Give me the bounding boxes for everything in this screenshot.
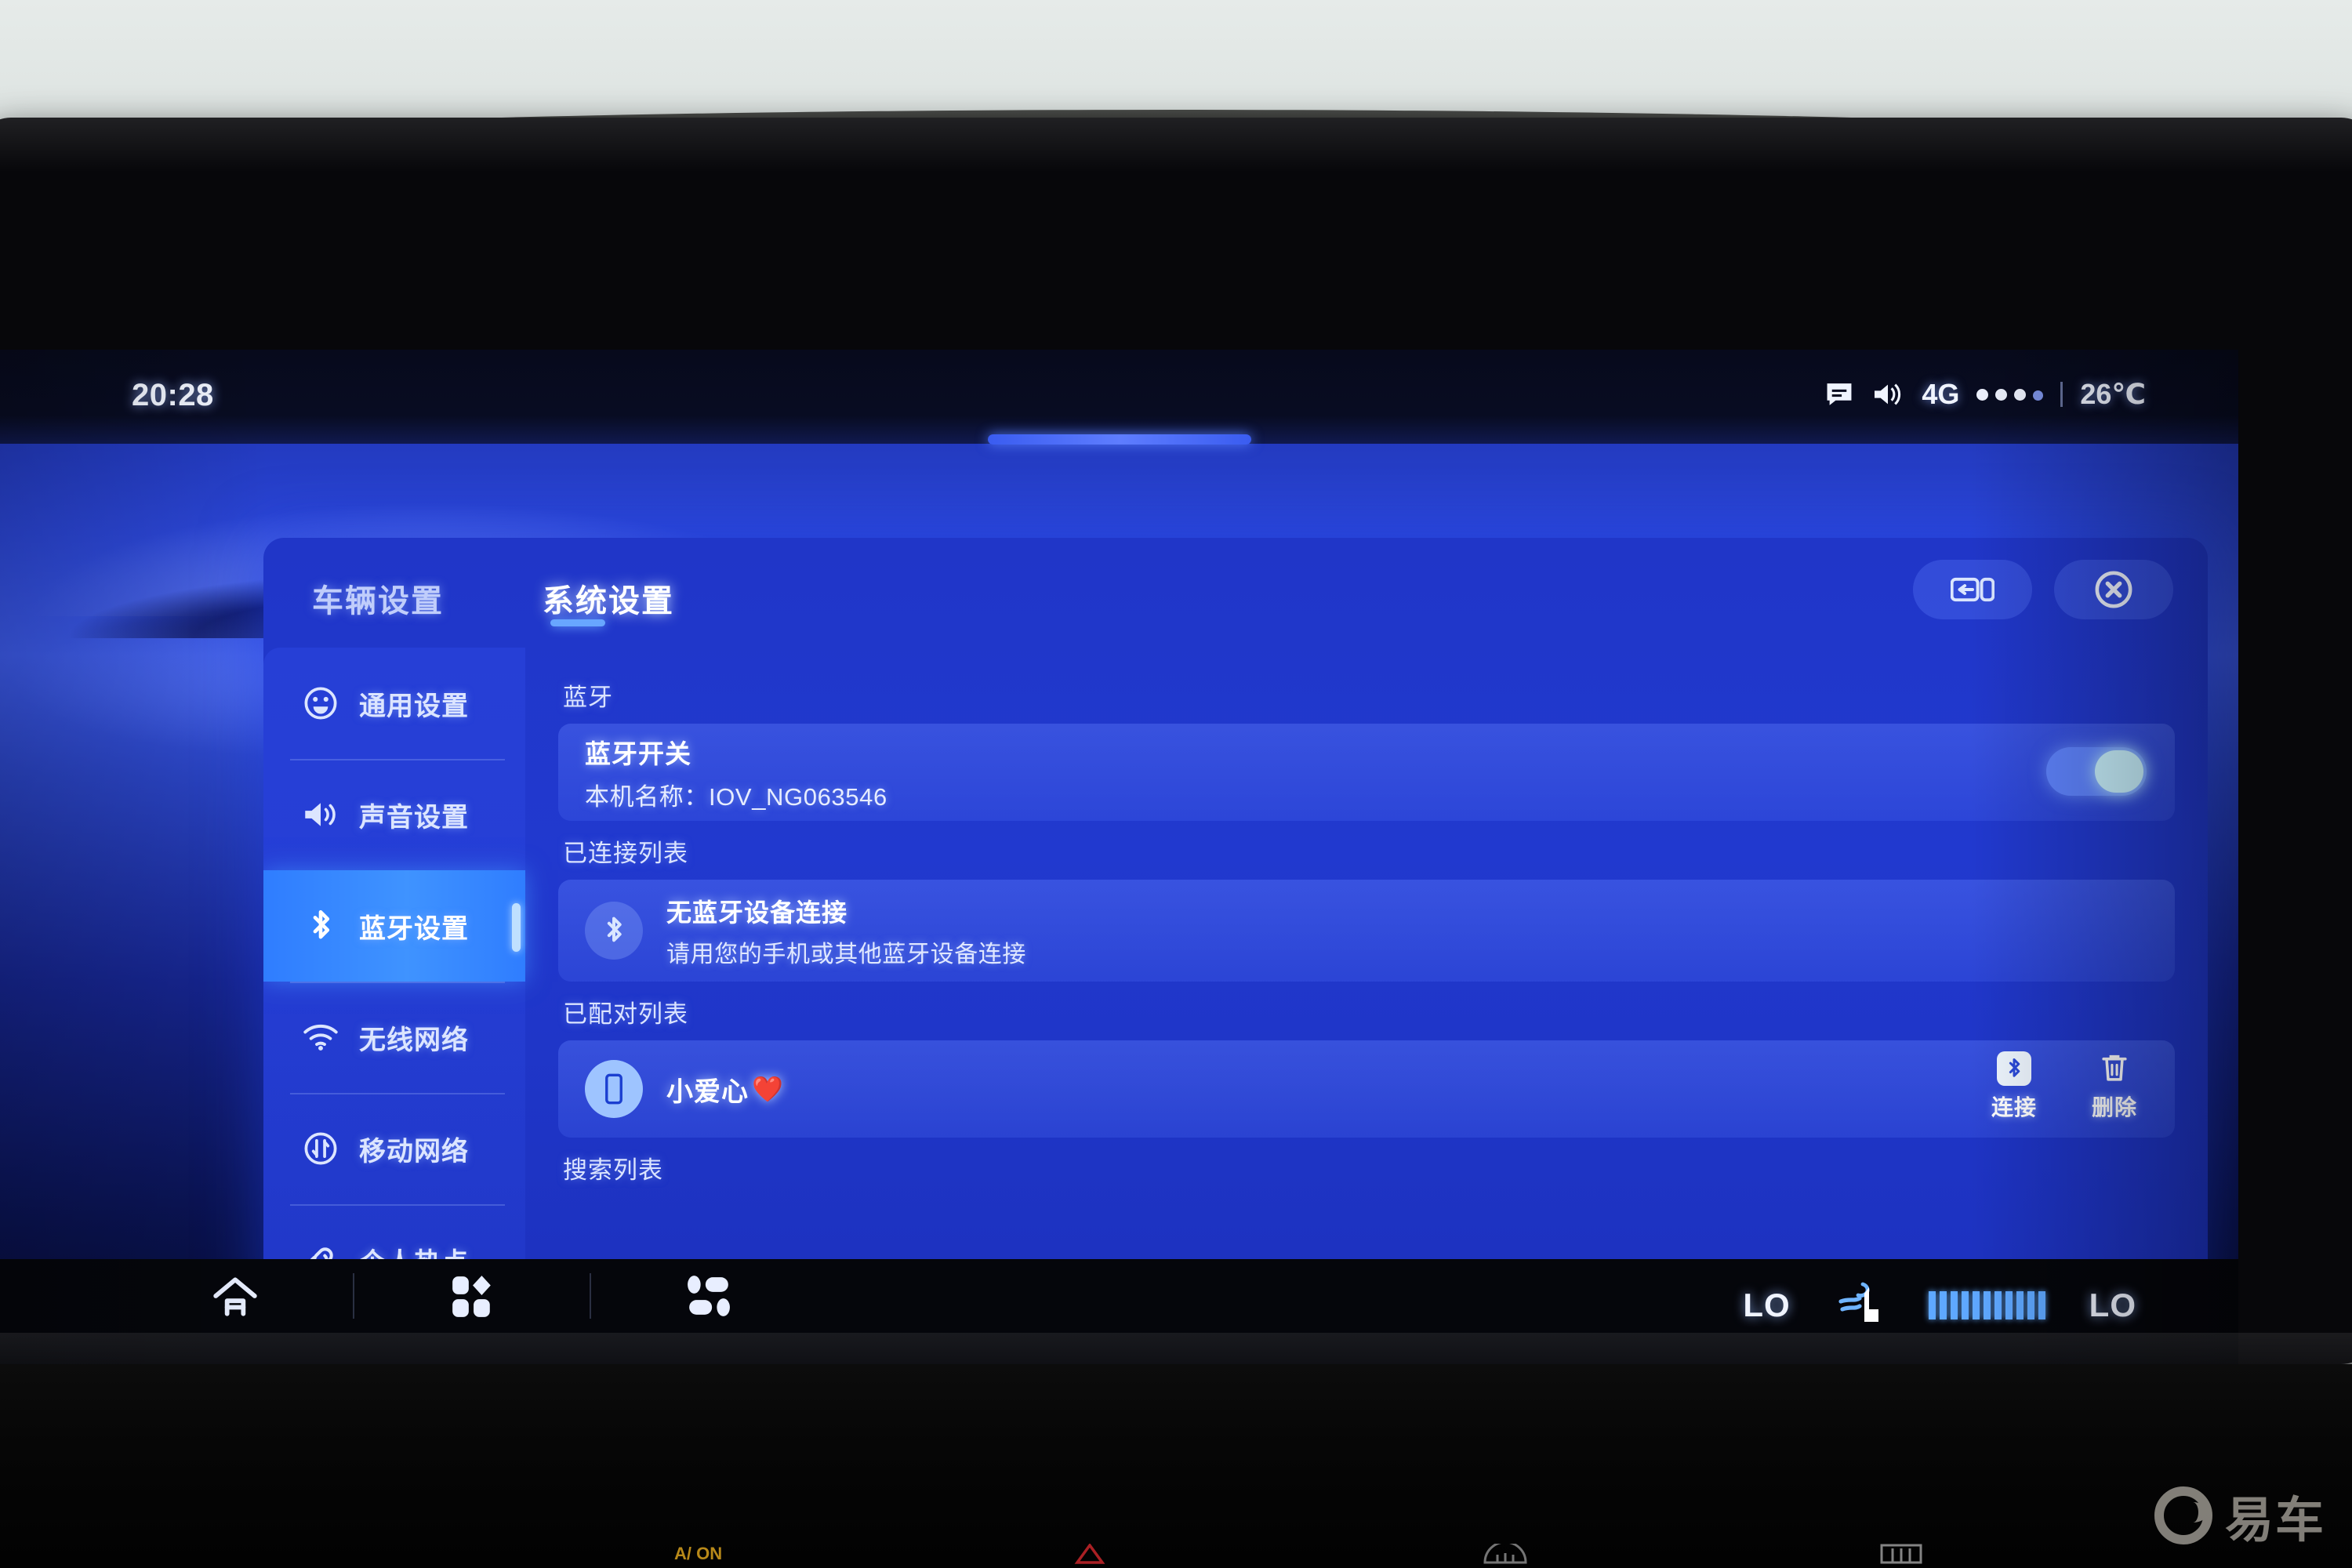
svg-text:A/ ON: A/ ON [674,1544,722,1563]
watermark-text: 易车 [2224,1494,2325,1548]
dashboard-lower-panel [0,1364,2352,1568]
front-defrost-icon[interactable] [1874,1544,1929,1568]
yiche-logo-icon [2154,1486,2212,1544]
rear-defrost-icon[interactable] [1474,1541,1537,1568]
physical-button-row: A/ ON [0,1541,2352,1568]
infotainment-display: 20:28 4G 26℃ [0,350,2238,1369]
yiche-watermark: 易车 [2154,1480,2325,1551]
hazard-button-icon[interactable] [1066,1543,1113,1568]
display-vignette [0,350,2238,1369]
photo-scene: 20:28 4G 26℃ [0,0,2352,1568]
infotainment-screen-bezel: 20:28 4G 26℃ [0,118,2352,1369]
aqs-indicator-icon: A/ ON [674,1544,768,1568]
